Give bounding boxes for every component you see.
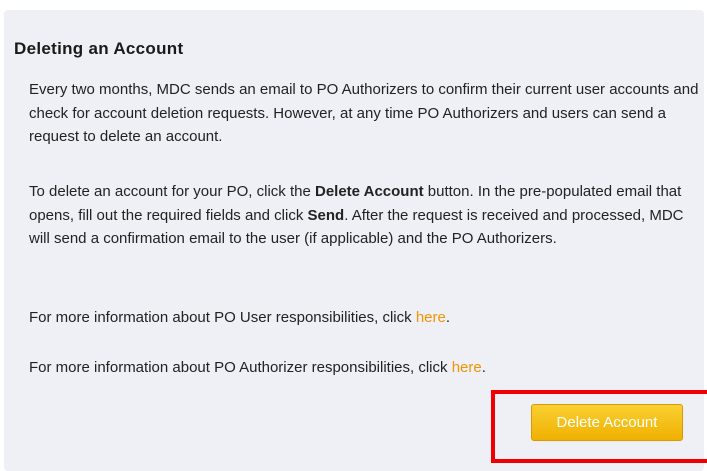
po-user-info-text: For more information about PO User respo…	[29, 309, 416, 326]
instructions-paragraph: To delete an account for your PO, click …	[29, 180, 701, 251]
instructions-text-1: To delete an account for your PO, click …	[29, 183, 315, 200]
po-user-here-link[interactable]: here	[416, 309, 446, 326]
delete-account-button[interactable]: Delete Account	[531, 404, 683, 441]
section-heading: Deleting an Account	[14, 39, 184, 58]
delete-account-bold: Delete Account	[314, 183, 424, 200]
po-authorizer-here-link[interactable]: here	[452, 359, 482, 376]
send-bold: Send	[307, 206, 345, 224]
po-authorizer-info-text: For more information about PO Authorizer…	[29, 359, 452, 376]
po-user-info-paragraph: For more information about PO User respo…	[29, 306, 701, 330]
po-authorizer-info-period: .	[481, 359, 486, 376]
po-user-info-period: .	[445, 309, 451, 326]
intro-paragraph: Every two months, MDC sends an email to …	[29, 81, 699, 145]
po-authorizer-info-paragraph: For more information about PO Authorizer…	[29, 356, 701, 380]
